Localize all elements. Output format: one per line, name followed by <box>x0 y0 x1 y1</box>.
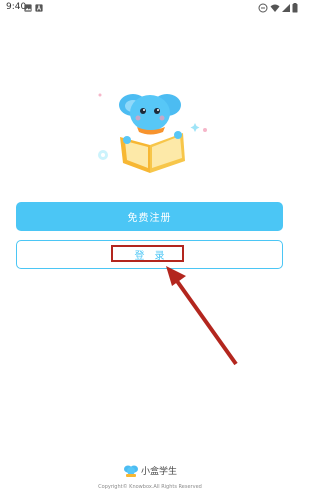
brand-logo-icon <box>124 465 138 477</box>
battery-icon <box>292 3 298 13</box>
register-button[interactable]: 免费注册 <box>16 202 283 231</box>
minus-circle-icon <box>258 3 268 13</box>
status-bar: 9:40 <box>0 0 300 18</box>
image-icon <box>24 4 32 12</box>
signal-icon <box>282 4 290 12</box>
a-icon <box>35 4 43 12</box>
register-button-label: 免费注册 <box>127 213 172 224</box>
footer-brand-name: 小盒学生 <box>141 467 178 477</box>
elephant-reading-book-mascot <box>98 93 207 173</box>
wifi-icon <box>270 4 280 12</box>
footer-copyright: Copyright© Knowbox.All Rights Reserved <box>98 484 202 490</box>
app-screen: 9:40 免费注册 登录 小盒学生 Copyright© Knowbox.All… <box>0 0 300 500</box>
annotation-arrow-icon <box>166 266 238 366</box>
